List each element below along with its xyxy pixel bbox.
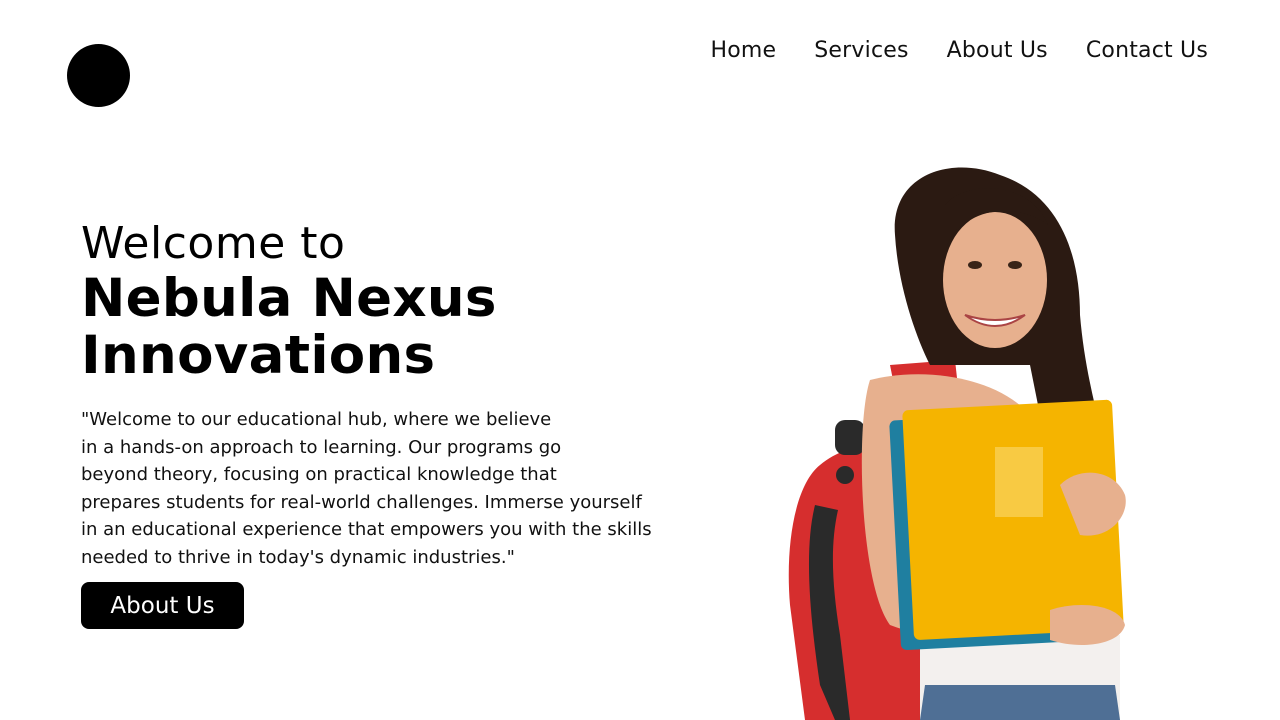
hero-description-line: in a hands-on approach to learning. Our … [81, 436, 562, 458]
hero-description: "Welcome to our educational hub, where w… [81, 406, 661, 571]
hero-description-line: prepares students for real-world challen… [81, 491, 642, 513]
nav-services-link[interactable]: Services [814, 38, 908, 63]
logo[interactable] [67, 44, 130, 107]
landing-page: Home Services About Us Contact Us Welcom… [0, 0, 1280, 720]
nav-contact-link[interactable]: Contact Us [1086, 38, 1208, 63]
hero-description-line: "Welcome to our educational hub, where w… [81, 409, 552, 430]
hero-description-line: in an educational experience that empowe… [81, 519, 652, 540]
hero-description-line: needed to thrive in today's dynamic indu… [81, 546, 515, 568]
hero-welcome-text: Welcome to [81, 218, 346, 269]
student-photo [788, 167, 1126, 720]
about-us-button[interactable]: About Us [81, 582, 244, 629]
hero-section: Welcome to Nebula Nexus Innovations "Wel… [81, 218, 681, 571]
hero-brand-line-1: Nebula Nexus [81, 268, 497, 329]
hero-description-line: beyond theory, focusing on practical kno… [81, 464, 557, 485]
hero-brand-line-2: Innovations [81, 325, 436, 386]
nav-about-link[interactable]: About Us [947, 38, 1048, 63]
main-nav: Home Services About Us Contact Us [710, 38, 1208, 63]
nav-home-link[interactable]: Home [710, 38, 776, 63]
